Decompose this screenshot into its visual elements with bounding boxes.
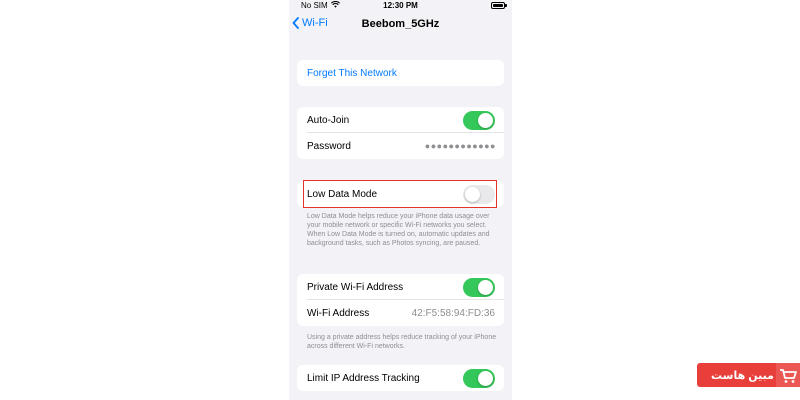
- toggle-knob: [478, 280, 493, 295]
- toggle-knob: [478, 371, 493, 386]
- private-address-row: Private Wi-Fi Address: [297, 274, 504, 300]
- wifi-address-label: Wi-Fi Address: [307, 307, 370, 319]
- toggle-knob: [478, 113, 493, 128]
- limit-ip-group: Limit IP Address Tracking: [297, 365, 504, 391]
- page-title: Beebom_5GHz: [361, 18, 440, 30]
- password-label: Password: [307, 140, 351, 152]
- cart-icon: [776, 363, 800, 387]
- auto-join-row: Auto-Join: [297, 107, 504, 133]
- wifi-address-value: 42:F5:58:94:FD:36: [411, 307, 495, 319]
- forget-network-button[interactable]: Forget This Network: [297, 60, 504, 86]
- watermark-logo: مبین هاست: [697, 363, 800, 387]
- forget-network-label: Forget This Network: [307, 67, 397, 79]
- password-value: ●●●●●●●●●●●●: [424, 141, 496, 151]
- private-address-group: Private Wi-Fi Address Wi-Fi Address 42:F…: [297, 274, 504, 326]
- private-address-footnote: Using a private address helps reduce tra…: [307, 334, 497, 350]
- limit-ip-label: Limit IP Address Tracking: [307, 372, 420, 384]
- highlight-box: [303, 180, 497, 208]
- password-row[interactable]: Password ●●●●●●●●●●●●: [297, 133, 504, 159]
- watermark-text: مبین هاست: [711, 369, 774, 382]
- battery-icon: [491, 2, 507, 9]
- wifi-address-row: Wi-Fi Address 42:F5:58:94:FD:36: [297, 300, 504, 326]
- private-address-toggle[interactable]: [463, 278, 495, 297]
- limit-ip-toggle[interactable]: [463, 369, 495, 388]
- auto-join-toggle[interactable]: [463, 111, 495, 130]
- auto-join-label: Auto-Join: [307, 114, 350, 126]
- nav-bar: Wi-Fi Beebom_5GHz: [289, 14, 512, 36]
- private-address-label: Private Wi-Fi Address: [307, 281, 404, 293]
- join-group: Auto-Join Password ●●●●●●●●●●●●: [297, 107, 504, 159]
- low-data-footnote: Low Data Mode helps reduce your iPhone d…: [307, 213, 490, 247]
- status-bar: No SIM 12:30 PM: [289, 0, 512, 12]
- status-time: 12:30 PM: [383, 1, 418, 10]
- forget-group: Forget This Network: [297, 60, 504, 86]
- limit-ip-row: Limit IP Address Tracking: [297, 365, 504, 391]
